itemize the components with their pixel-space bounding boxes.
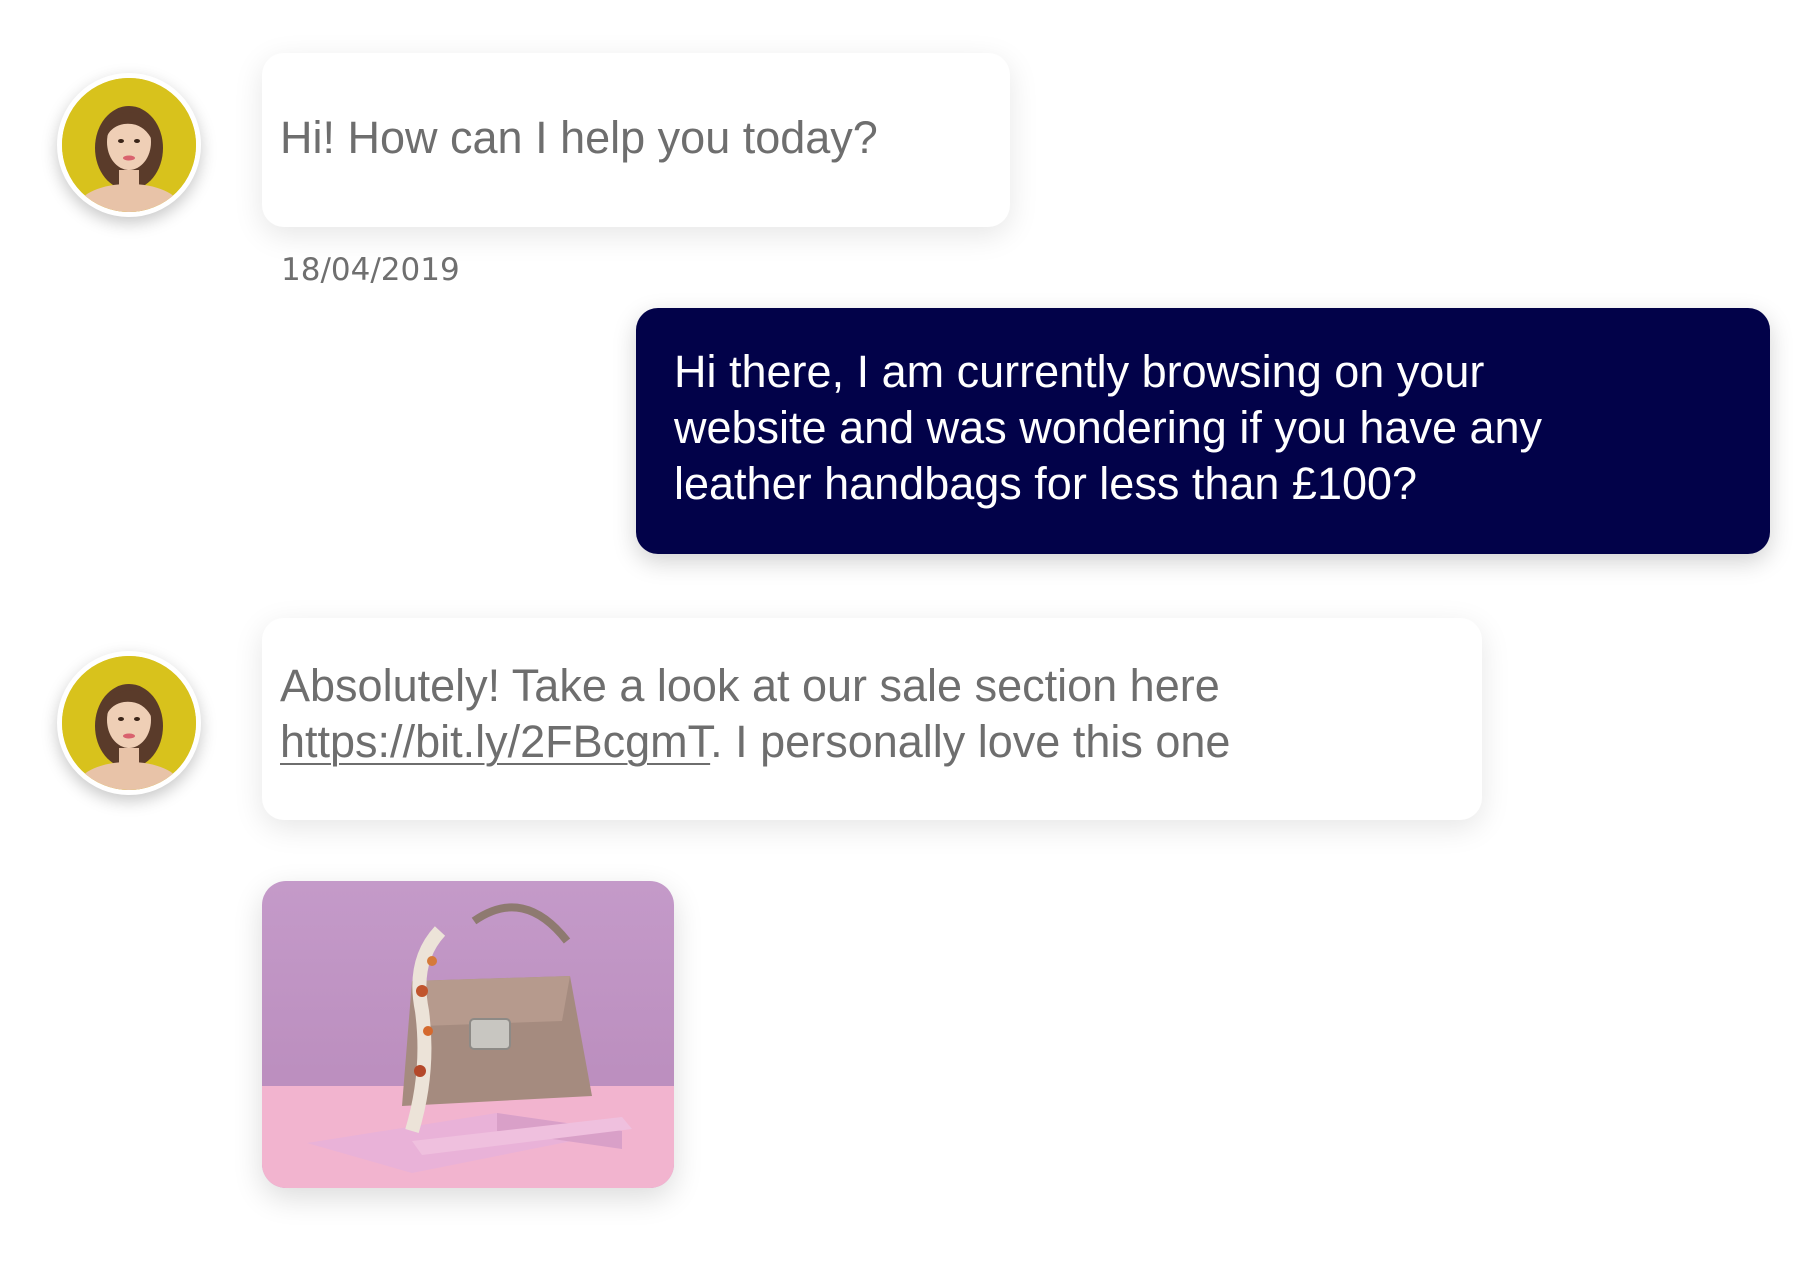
- agent-avatar: [57, 651, 201, 795]
- user-message-line: leather handbags for less than £100?: [674, 458, 1418, 509]
- agent-avatar-icon: [62, 656, 196, 790]
- chat-conversation: Hi! How can I help you today? 18/04/2019…: [0, 0, 1800, 1274]
- user-message-line: website and was wondering if you have an…: [674, 402, 1543, 453]
- agent-message-bubble: Absolutely! Take a look at our sale sect…: [262, 618, 1482, 820]
- agent-avatar-icon: [62, 78, 196, 212]
- agent-message-text: Hi! How can I help you today?: [280, 112, 878, 163]
- user-message-line: Hi there, I am currently browsing on you…: [674, 346, 1485, 397]
- agent-avatar: [57, 73, 201, 217]
- agent-message-text-line2: https://bit.ly/2FBcgmT. I personally lov…: [280, 714, 1464, 770]
- handbag-photo[interactable]: [262, 881, 674, 1188]
- agent-message-text-suffix: . I personally love this one: [710, 716, 1231, 767]
- message-timestamp: 18/04/2019: [281, 252, 460, 288]
- agent-message-text: Absolutely! Take a look at our sale sect…: [280, 660, 1220, 711]
- user-message-bubble: Hi there, I am currently browsing on you…: [636, 308, 1770, 554]
- sale-section-link[interactable]: https://bit.ly/2FBcgmT: [280, 716, 710, 767]
- handbag-image: [262, 881, 674, 1188]
- agent-message-bubble: Hi! How can I help you today?: [262, 53, 1010, 227]
